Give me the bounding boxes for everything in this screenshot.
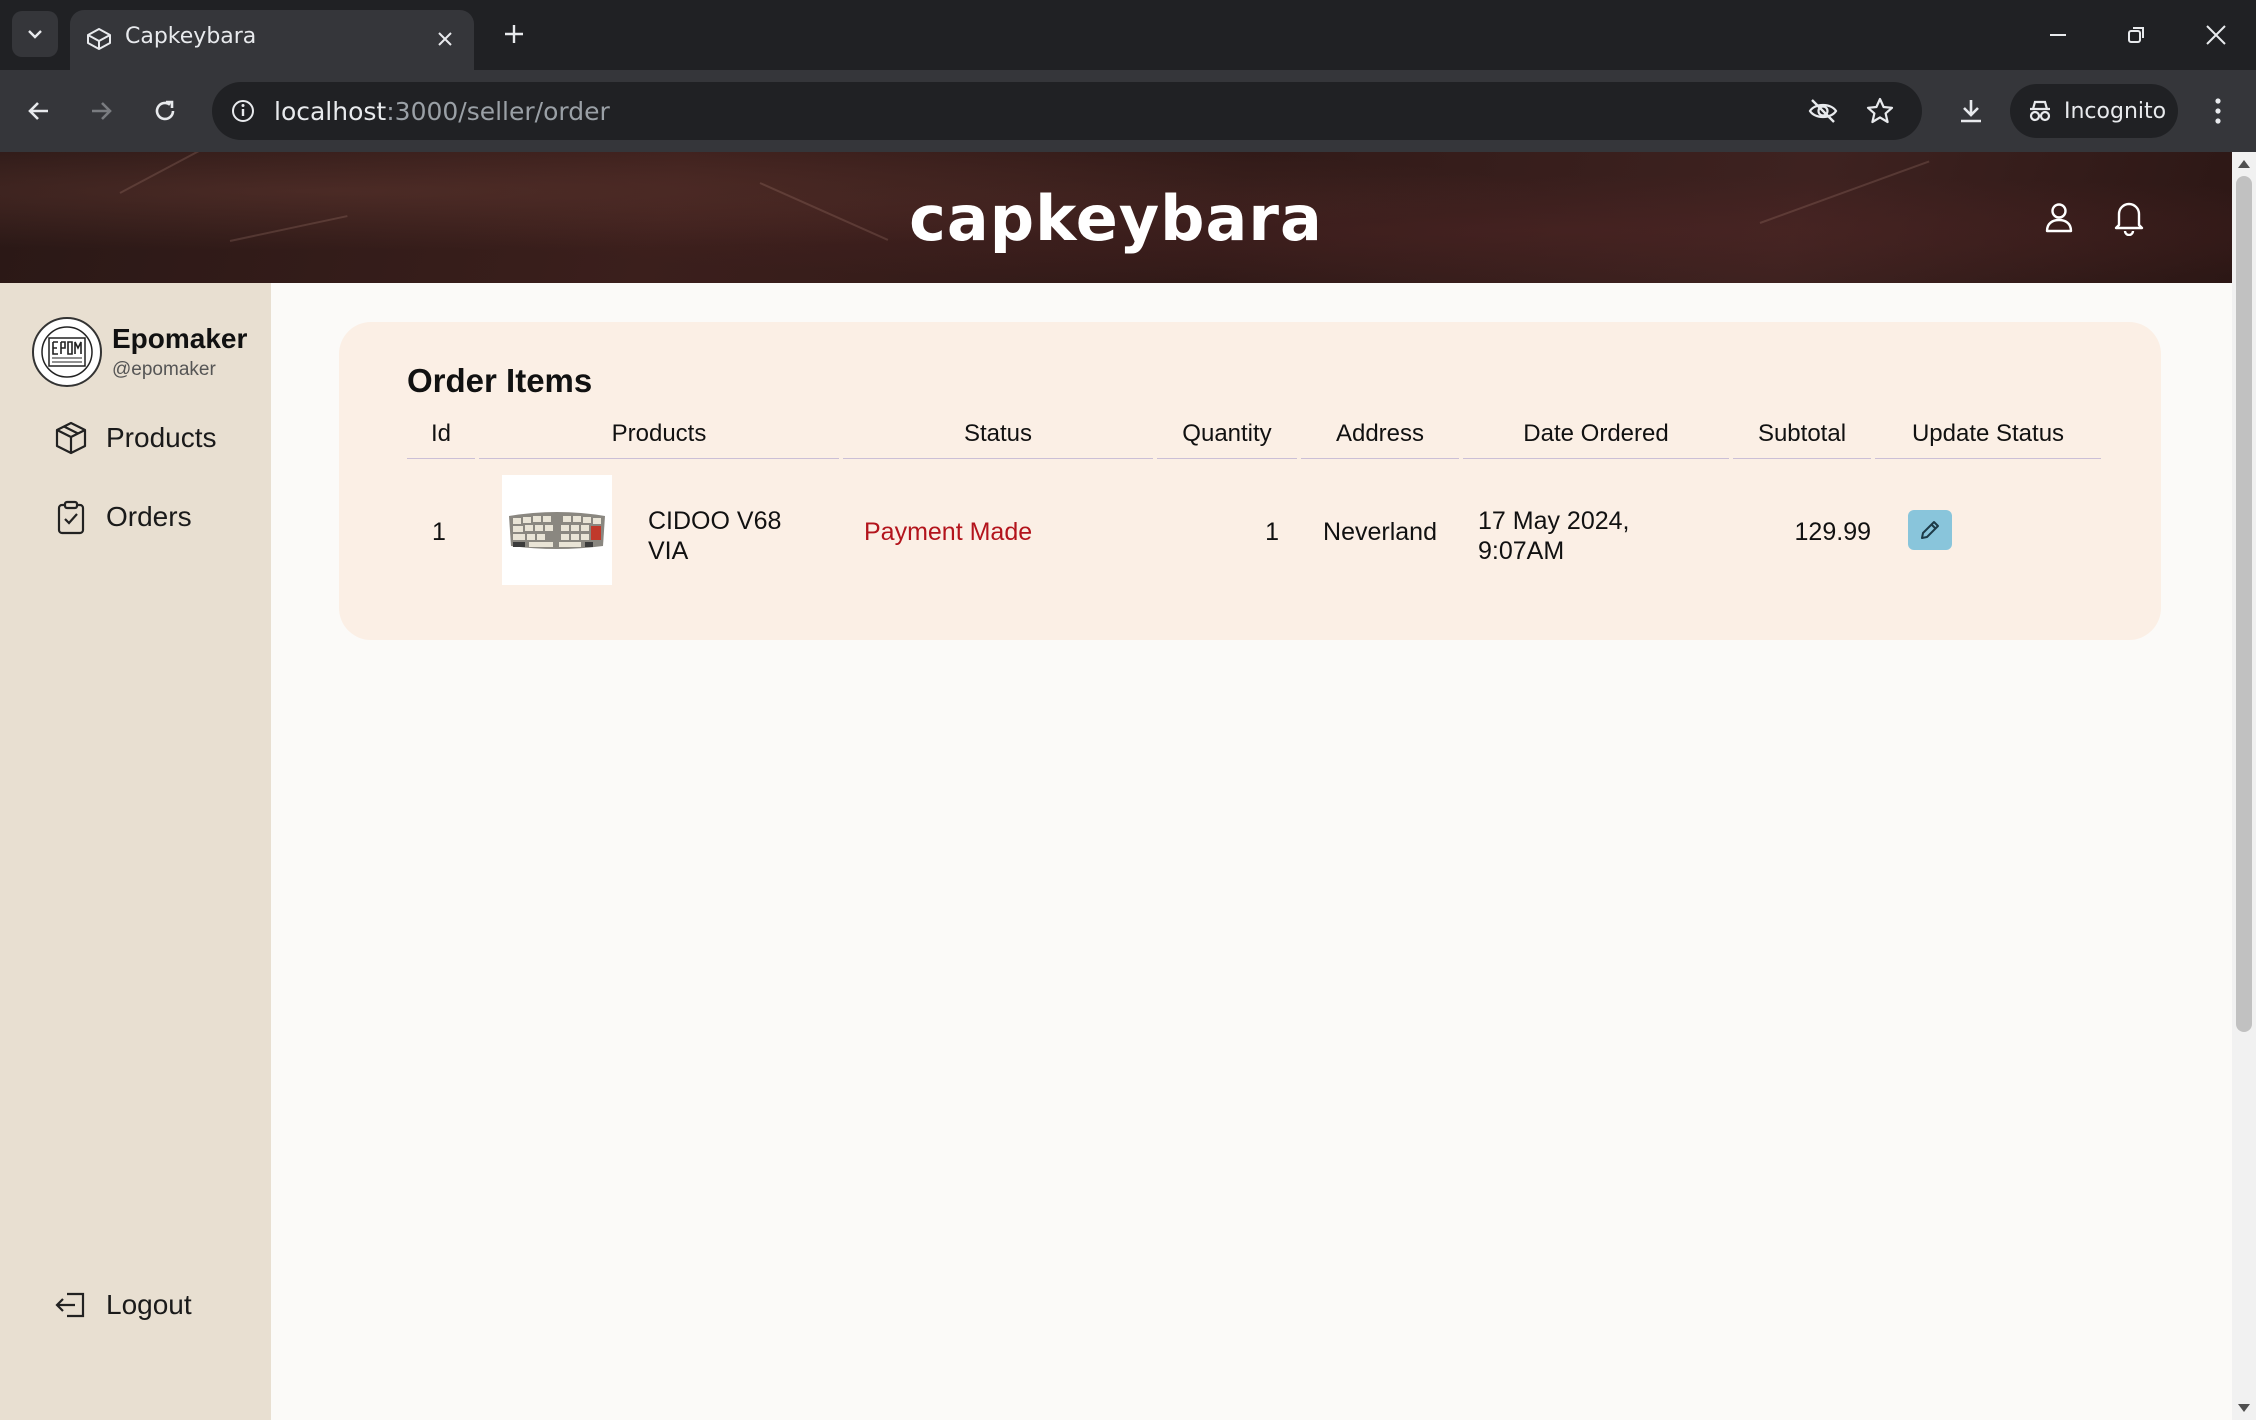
- url-text[interactable]: localhost:3000/seller/order: [274, 97, 610, 126]
- logout-icon: [52, 1286, 90, 1324]
- epomaker-logo-icon: [41, 326, 93, 378]
- header-divider: [1875, 458, 2101, 459]
- seller-sidebar: Epomaker @epomaker Products Orders Logou…: [0, 283, 271, 1420]
- bookmark-star-icon[interactable]: [1863, 94, 1897, 128]
- header-divider: [1733, 458, 1871, 459]
- product-name[interactable]: CIDOO V68 VIA: [648, 506, 781, 566]
- browser-menu-button[interactable]: [2198, 88, 2238, 134]
- quantity-value: 1: [1265, 518, 1279, 546]
- arrow-left-icon: [28, 102, 48, 120]
- column-header-address: Address: [1335, 420, 1425, 447]
- header-divider: [843, 458, 1153, 459]
- page-viewport: capkeybara Epomaker @epomaker Products O…: [0, 152, 2232, 1420]
- capkeybara-favicon-icon: [84, 24, 114, 54]
- downloads-button[interactable]: [1948, 88, 1994, 134]
- order-id: 1: [432, 518, 446, 546]
- header-divider: [1301, 458, 1459, 459]
- product-name-line: VIA: [648, 537, 689, 565]
- logout-label: Logout: [106, 1289, 192, 1320]
- reload-button[interactable]: [142, 88, 188, 134]
- user-icon[interactable]: [2036, 194, 2082, 240]
- status-text: Payment Made: [864, 518, 1033, 546]
- store-name: Epomaker: [112, 323, 248, 354]
- page-scrollbar[interactable]: [2232, 152, 2256, 1420]
- tab-title: Capkeybara: [125, 24, 257, 49]
- date-ordered: 17 May 2024, 9:07AM: [1478, 506, 1630, 566]
- scroll-up-arrow[interactable]: [2238, 160, 2250, 168]
- header-divider: [479, 458, 839, 459]
- product-name-line: CIDOO V68: [648, 507, 782, 535]
- incognito-badge[interactable]: Incognito: [2010, 84, 2178, 138]
- sidebar-item-label: Products: [106, 422, 217, 453]
- header-divider: [1463, 458, 1729, 459]
- store-handle: @epomaker: [112, 359, 216, 380]
- browser-tab-bar: Capkeybara: [0, 0, 2256, 70]
- sidebar-item-orders[interactable]: Orders: [52, 495, 192, 539]
- plus-icon: [505, 25, 523, 43]
- close-tab-icon[interactable]: [430, 24, 460, 54]
- subtotal-value: 129.99: [1794, 518, 1871, 546]
- column-header-subtotal: Subtotal: [1757, 420, 1847, 447]
- tab-search-button[interactable]: [12, 11, 58, 57]
- more-vertical-icon: [2215, 98, 2221, 124]
- clipboard-check-icon: [52, 498, 90, 536]
- bell-icon[interactable]: [2106, 194, 2152, 240]
- page-title: Order Items: [407, 362, 593, 399]
- order-items-card: Order Items Id Products Status Quantity …: [339, 322, 2161, 640]
- date-line: 17 May 2024,: [1478, 507, 1630, 535]
- keyboard-image: [509, 512, 605, 549]
- incognito-icon: [2029, 100, 2051, 122]
- chevron-down-icon: [28, 30, 42, 39]
- pencil-icon: [1921, 521, 1939, 539]
- column-header-id: Id: [430, 420, 451, 447]
- date-line: 9:07AM: [1478, 537, 1565, 565]
- column-header-status: Status: [963, 420, 1033, 447]
- box-icon: [52, 419, 90, 457]
- new-tab-button[interactable]: [494, 14, 534, 54]
- sidebar-item-label: Orders: [106, 501, 192, 532]
- arrow-right-icon: [92, 102, 112, 120]
- minimize-button[interactable]: [2030, 12, 2086, 58]
- column-header-date-ordered: Date Ordered: [1523, 420, 1669, 447]
- back-button[interactable]: [16, 88, 62, 134]
- sidebar-item-products[interactable]: Products: [52, 416, 217, 460]
- site-logo[interactable]: capkeybara: [0, 182, 2232, 255]
- url-path: :3000/seller/order: [386, 97, 610, 126]
- column-header-quantity: Quantity: [1182, 420, 1272, 447]
- scroll-down-arrow[interactable]: [2238, 1404, 2250, 1412]
- forward-button[interactable]: [78, 88, 124, 134]
- download-icon: [1961, 100, 1981, 123]
- browser-toolbar: localhost:3000/seller/order Incognito: [0, 70, 2256, 152]
- site-header: capkeybara: [0, 152, 2232, 283]
- address-bar[interactable]: localhost:3000/seller/order: [212, 82, 1922, 140]
- avatar: [32, 317, 102, 387]
- close-window-button[interactable]: [2188, 12, 2244, 58]
- update-status-button[interactable]: [1908, 510, 1952, 550]
- column-header-update-status: Update Status: [1911, 420, 2065, 447]
- url-host: localhost: [274, 97, 387, 126]
- scroll-thumb[interactable]: [2236, 176, 2252, 1032]
- minimize-icon: [2050, 34, 2066, 36]
- header-divider: [1157, 458, 1297, 459]
- reload-icon: [155, 100, 175, 121]
- restore-button[interactable]: [2108, 12, 2164, 58]
- browser-tab[interactable]: Capkeybara: [70, 10, 474, 70]
- eye-off-icon[interactable]: [1806, 94, 1840, 128]
- restore-icon: [2128, 27, 2144, 43]
- close-icon: [2206, 25, 2226, 45]
- product-thumbnail[interactable]: [502, 475, 612, 585]
- logout-button[interactable]: Logout: [52, 1283, 192, 1327]
- address-value: Neverland: [1323, 518, 1437, 546]
- incognito-label: Incognito: [2064, 98, 2167, 124]
- header-divider: [407, 458, 475, 459]
- store-profile: Epomaker @epomaker: [32, 317, 262, 389]
- column-header-products: Products: [611, 420, 707, 447]
- site-info-icon[interactable]: [226, 94, 260, 128]
